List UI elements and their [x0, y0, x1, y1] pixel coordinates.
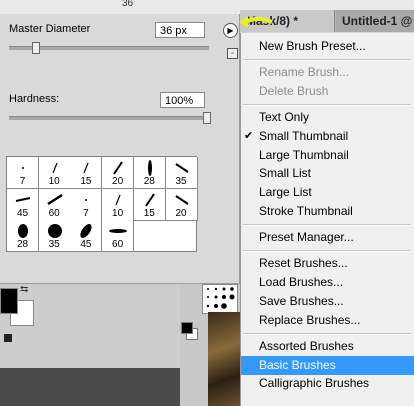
workspace-background	[0, 368, 180, 406]
hardness-label: Hardness:	[9, 93, 60, 105]
menu-item-label: New Brush Preset...	[259, 39, 366, 53]
brush-preset-cell[interactable]: 10	[102, 188, 135, 221]
menu-item-label: Load Brushes...	[259, 274, 344, 289]
hardness-slider-track[interactable]	[9, 116, 209, 120]
menu-item-label: Large Thumbnail	[259, 147, 349, 162]
brush-size-label: 35	[48, 239, 60, 250]
brush-size-label: 15	[143, 207, 155, 219]
hardness-field[interactable]: 100%	[160, 92, 205, 108]
brush-preset-cell[interactable]: 28	[133, 157, 166, 189]
master-diameter-slider-thumb[interactable]	[32, 42, 40, 54]
brush-size-label: 45	[16, 207, 29, 219]
canvas-image	[208, 312, 240, 406]
checkmark-icon: ✔	[244, 129, 254, 142]
menu-item-preset-manager[interactable]: Preset Manager...	[241, 228, 414, 247]
brush-size-label: 7	[19, 176, 26, 187]
menu-item-text-only[interactable]: Text Only	[241, 108, 414, 127]
menu-item-replace-brushes[interactable]: Replace Brushes...	[241, 311, 414, 330]
menu-item-label: Assorted Brushes	[259, 338, 354, 353]
menu-separator	[243, 250, 411, 252]
brush-preset-cell[interactable]: 45	[70, 220, 103, 252]
swap-colors-icon[interactable]: ⇆	[20, 284, 28, 295]
brush-preset-cell[interactable]: 10	[38, 157, 71, 189]
brush-size-readout: 36	[122, 0, 134, 9]
menu-item-rename-brush: Rename Brush...	[241, 63, 414, 82]
annotation-arrow-icon	[239, 16, 273, 28]
menu-item-label: Rename Brush...	[259, 64, 350, 79]
foreground-color-swatch[interactable]	[0, 288, 18, 314]
brush-preset-cell[interactable]: 15	[70, 157, 103, 189]
menu-item-small-thumbnail[interactable]: ✔ Small Thumbnail	[241, 127, 414, 146]
hardness-slider-thumb[interactable]	[203, 112, 211, 124]
menu-separator	[243, 332, 411, 335]
mini-brush-dots	[206, 287, 235, 309]
menu-item-calligraphic-brushes[interactable]: Calligraphic Brushes	[241, 374, 414, 393]
menu-item-stroke-thumbnail[interactable]: Stroke Thumbnail	[241, 202, 414, 221]
menu-item-label: Basic Brushes	[259, 357, 336, 372]
brush-preset-cell[interactable]: 20	[102, 157, 135, 189]
master-diameter-field[interactable]: 36 px	[155, 22, 205, 38]
menu-item-label: Delete Brush	[259, 83, 329, 98]
menu-item-label: Stroke Thumbnail	[259, 204, 353, 219]
brush-preset-cell[interactable]: 28	[7, 220, 39, 252]
menu-item-label: Preset Manager...	[259, 230, 354, 245]
menu-separator	[243, 224, 411, 227]
mini-foreground-swatch[interactable]	[181, 322, 193, 334]
menu-item-label: Large List	[259, 185, 312, 200]
menu-item-assorted-brushes[interactable]: Assorted Brushes	[241, 337, 414, 356]
brush-preset-cell[interactable]: 60	[102, 220, 135, 252]
menu-item-label: Save Brushes...	[259, 293, 344, 308]
menu-item-label: Calligraphic Brushes	[259, 376, 370, 391]
master-diameter-label: Master Diameter	[9, 23, 91, 35]
menu-item-save-brushes[interactable]: Save Brushes...	[241, 292, 414, 311]
menu-item-delete-brush: Delete Brush	[241, 82, 414, 101]
menu-item-label: Replace Brushes...	[259, 312, 361, 327]
brush-thumbnail-strip	[202, 284, 238, 314]
menu-item-label: Reset Brushes...	[259, 256, 348, 270]
brush-preset-cell[interactable]: 45	[7, 188, 39, 221]
menu-item-large-thumbnail[interactable]: Large Thumbnail	[241, 146, 414, 165]
brush-size-label: 7	[83, 207, 89, 219]
brush-size-label: 45	[80, 239, 92, 250]
brush-preset-cell[interactable]: 15	[133, 188, 166, 221]
menu-item-new-brush-preset[interactable]: New Brush Preset...	[241, 37, 414, 56]
brush-size-label: 15	[80, 176, 92, 187]
menu-item-load-brushes[interactable]: Load Brushes...	[241, 273, 414, 292]
brush-panel-menu: New Brush Preset... Rename Brush... Delete…	[240, 33, 414, 406]
brush-preset-cell[interactable]: 60	[38, 188, 71, 221]
brush-size-label: 10	[112, 207, 124, 219]
brush-size-label: 35	[175, 176, 187, 187]
menu-separator	[243, 103, 411, 106]
brush-size-label: 28	[16, 239, 29, 250]
menu-item-reset-brushes[interactable]: Reset Brushes...	[241, 254, 414, 273]
brush-size-label: 28	[143, 176, 155, 187]
brush-preset-picker: Master Diameter 36 px Hardness: 100% 7 10…	[0, 14, 240, 284]
menu-item-label: Text Only	[259, 109, 310, 124]
brush-preset-cell[interactable]: 35	[38, 220, 71, 252]
menu-item-basic-brushes[interactable]: Basic Brushes	[241, 355, 414, 375]
document-tab-2[interactable]: Untitled-1 @ 5	[336, 10, 414, 32]
brush-preset-cell[interactable]: 7	[70, 188, 103, 221]
brush-size-label: 60	[112, 239, 124, 250]
brush-size-label: 20	[112, 176, 124, 187]
new-preset-icon[interactable]: ▫	[227, 48, 238, 59]
brush-size-label: 20	[175, 207, 187, 219]
brush-size-label: 60	[48, 207, 60, 219]
menu-item-label: Small Thumbnail	[259, 128, 349, 143]
default-colors-icon[interactable]	[4, 334, 12, 342]
brush-thumbnail-grid: 7 10 15 20 28 35 45 60 7 10 15 20 28 35 45 60	[6, 156, 198, 252]
menu-separator	[243, 58, 411, 61]
brush-preset-cell[interactable]: 20	[165, 188, 198, 221]
menu-item-label: Small List	[259, 166, 312, 181]
menu-item-large-list[interactable]: Large List	[241, 183, 414, 202]
brush-preset-cell[interactable]: 7	[7, 157, 39, 189]
menu-item-small-list[interactable]: Small List	[241, 164, 414, 183]
brush-size-label: 10	[48, 176, 60, 187]
brush-preset-cell[interactable]: 35	[165, 157, 198, 189]
